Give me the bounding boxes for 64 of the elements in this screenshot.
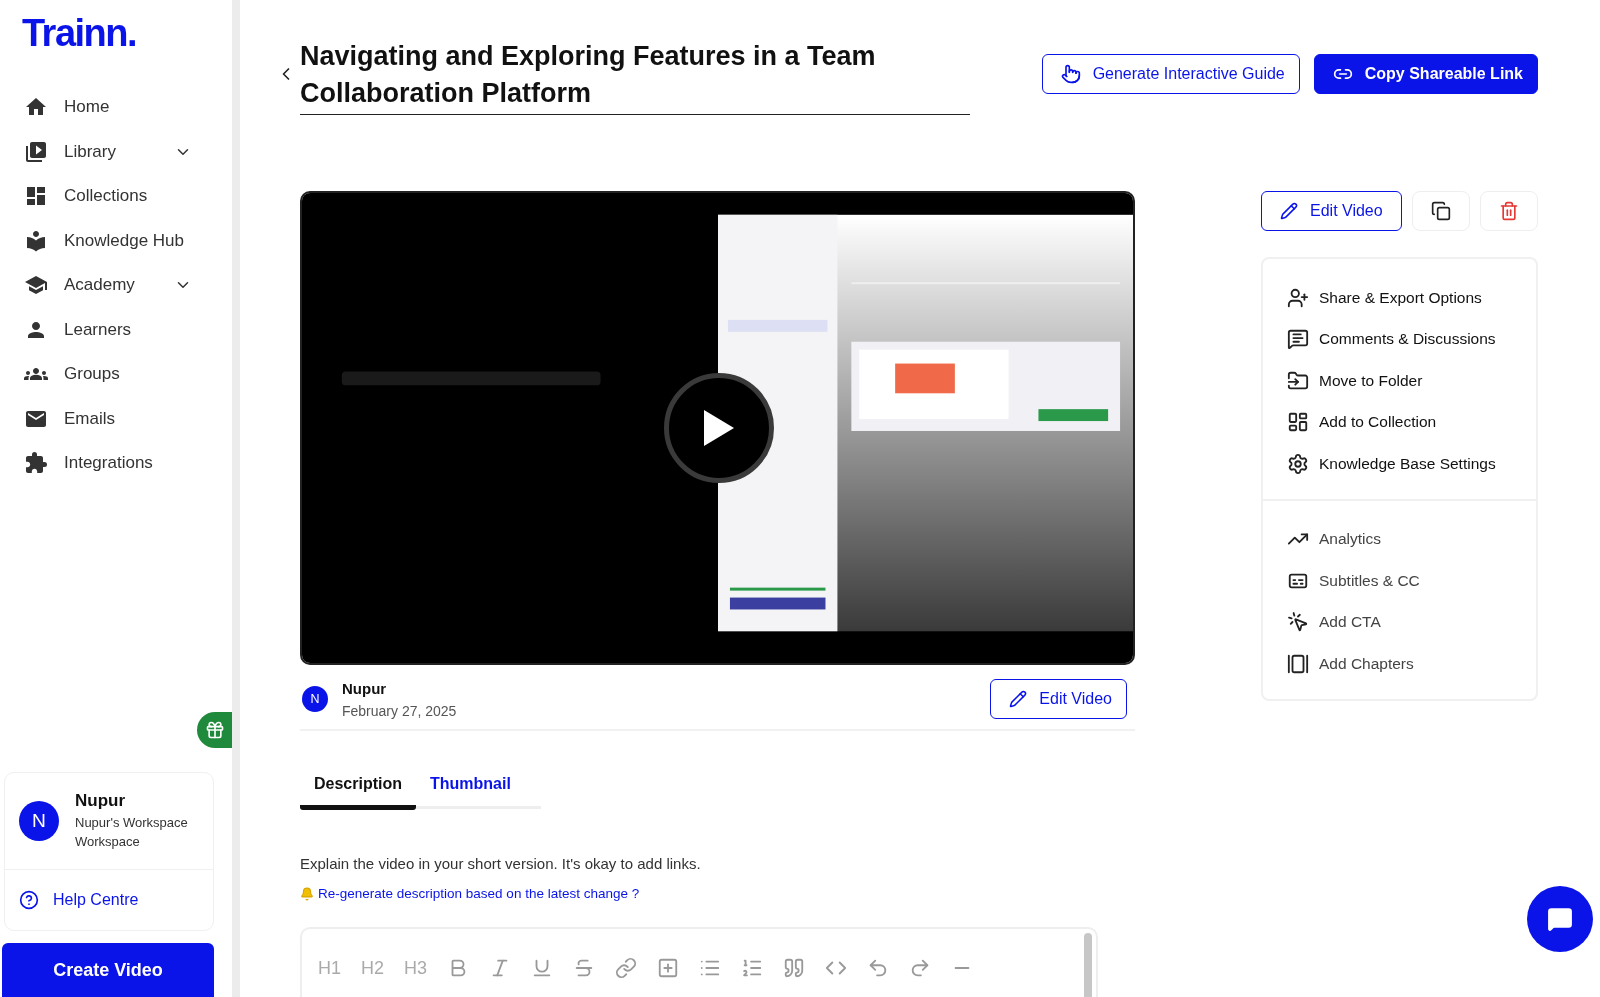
regenerate-link[interactable]: Re-generate description based on the latest change ? <box>318 886 640 901</box>
edit-video-button[interactable]: Edit Video <box>1261 191 1402 231</box>
trash-icon <box>1498 201 1519 221</box>
chat-icon <box>1547 906 1573 932</box>
title-field[interactable]: Navigating and Exploring Features in a Team Collaboration Platform <box>300 38 970 115</box>
menu-item[interactable]: Share & Export Options <box>1287 277 1512 319</box>
menu-item[interactable]: Add Chapters <box>1287 643 1512 685</box>
nav-item[interactable]: Collections <box>0 174 232 219</box>
book-reader-icon <box>24 228 48 253</box>
grid-icon <box>1287 411 1309 434</box>
play-icon <box>702 408 736 448</box>
add-box-icon[interactable] <box>657 957 680 979</box>
delete-button[interactable] <box>1479 191 1538 231</box>
gift-button[interactable] <box>197 712 232 748</box>
pencil-icon <box>1280 202 1298 220</box>
pointer-click-icon <box>1287 611 1309 634</box>
menu-item[interactable]: Comments & Discussions <box>1287 318 1512 360</box>
menu-item[interactable]: Knowledge Base Settings <box>1287 443 1512 485</box>
nav-item[interactable]: Academy <box>0 263 232 308</box>
bell-icon <box>300 886 314 901</box>
video-date: February 27, 2025 <box>342 702 457 719</box>
nav-item[interactable]: Knowledge Hub <box>0 218 232 263</box>
user-name: Nupur <box>75 791 127 811</box>
nav-item[interactable]: Home <box>0 85 232 130</box>
copy-link-button[interactable]: Copy Shareable Link <box>1313 54 1538 94</box>
video-library-icon <box>24 139 48 164</box>
menu-item[interactable]: Subtitles & CC <box>1287 560 1512 602</box>
menu-item[interactable]: Move to Folder <box>1287 360 1512 402</box>
link-icon[interactable] <box>615 957 638 979</box>
numbered-list-icon[interactable] <box>741 957 764 979</box>
tab[interactable]: Thumbnail <box>416 775 525 810</box>
nav-item[interactable]: Groups <box>0 352 232 397</box>
menu-item[interactable]: Add CTA <box>1287 601 1512 643</box>
duplicate-button[interactable] <box>1411 191 1470 231</box>
gift-icon <box>204 720 225 740</box>
edit-video-button[interactable]: Edit Video <box>990 679 1127 719</box>
nav-item[interactable]: Learners <box>0 307 232 352</box>
help-icon <box>19 890 39 910</box>
description-hint: Explain the video in your short version. It's okay to add links. <box>300 855 702 872</box>
nav-item[interactable]: Integrations <box>0 441 232 486</box>
add-user-icon <box>1287 286 1309 309</box>
nav-item[interactable]: Library <box>0 129 232 174</box>
scrollbar[interactable] <box>1084 933 1092 997</box>
comment-icon <box>1287 328 1309 351</box>
logo[interactable]: Trainn. <box>0 12 137 55</box>
cards-icon <box>1287 652 1309 675</box>
workspace-name: Nupur's Workspace Workspace <box>75 814 189 851</box>
copy-icon <box>1430 201 1451 221</box>
settings-icon <box>1287 452 1309 475</box>
help-centre-link[interactable]: Help Centre <box>5 870 213 930</box>
generate-guide-button[interactable]: Generate Interactive Guide <box>1041 54 1300 94</box>
puzzle-icon <box>24 451 48 476</box>
tab[interactable]: Description <box>300 775 416 810</box>
author-name: Nupur <box>342 679 388 697</box>
pencil-icon <box>1009 690 1028 708</box>
author-avatar: N <box>302 686 328 712</box>
menu-item[interactable]: Analytics <box>1287 518 1512 560</box>
nav-item[interactable]: Emails <box>0 396 232 441</box>
quote-icon[interactable] <box>783 957 806 979</box>
menu-item[interactable]: Add to Collection <box>1287 401 1512 443</box>
create-video-button[interactable]: Create Video <box>2 943 214 997</box>
tap-icon <box>1060 64 1081 84</box>
user-avatar: N <box>19 801 59 841</box>
folder-icon <box>1287 369 1309 392</box>
